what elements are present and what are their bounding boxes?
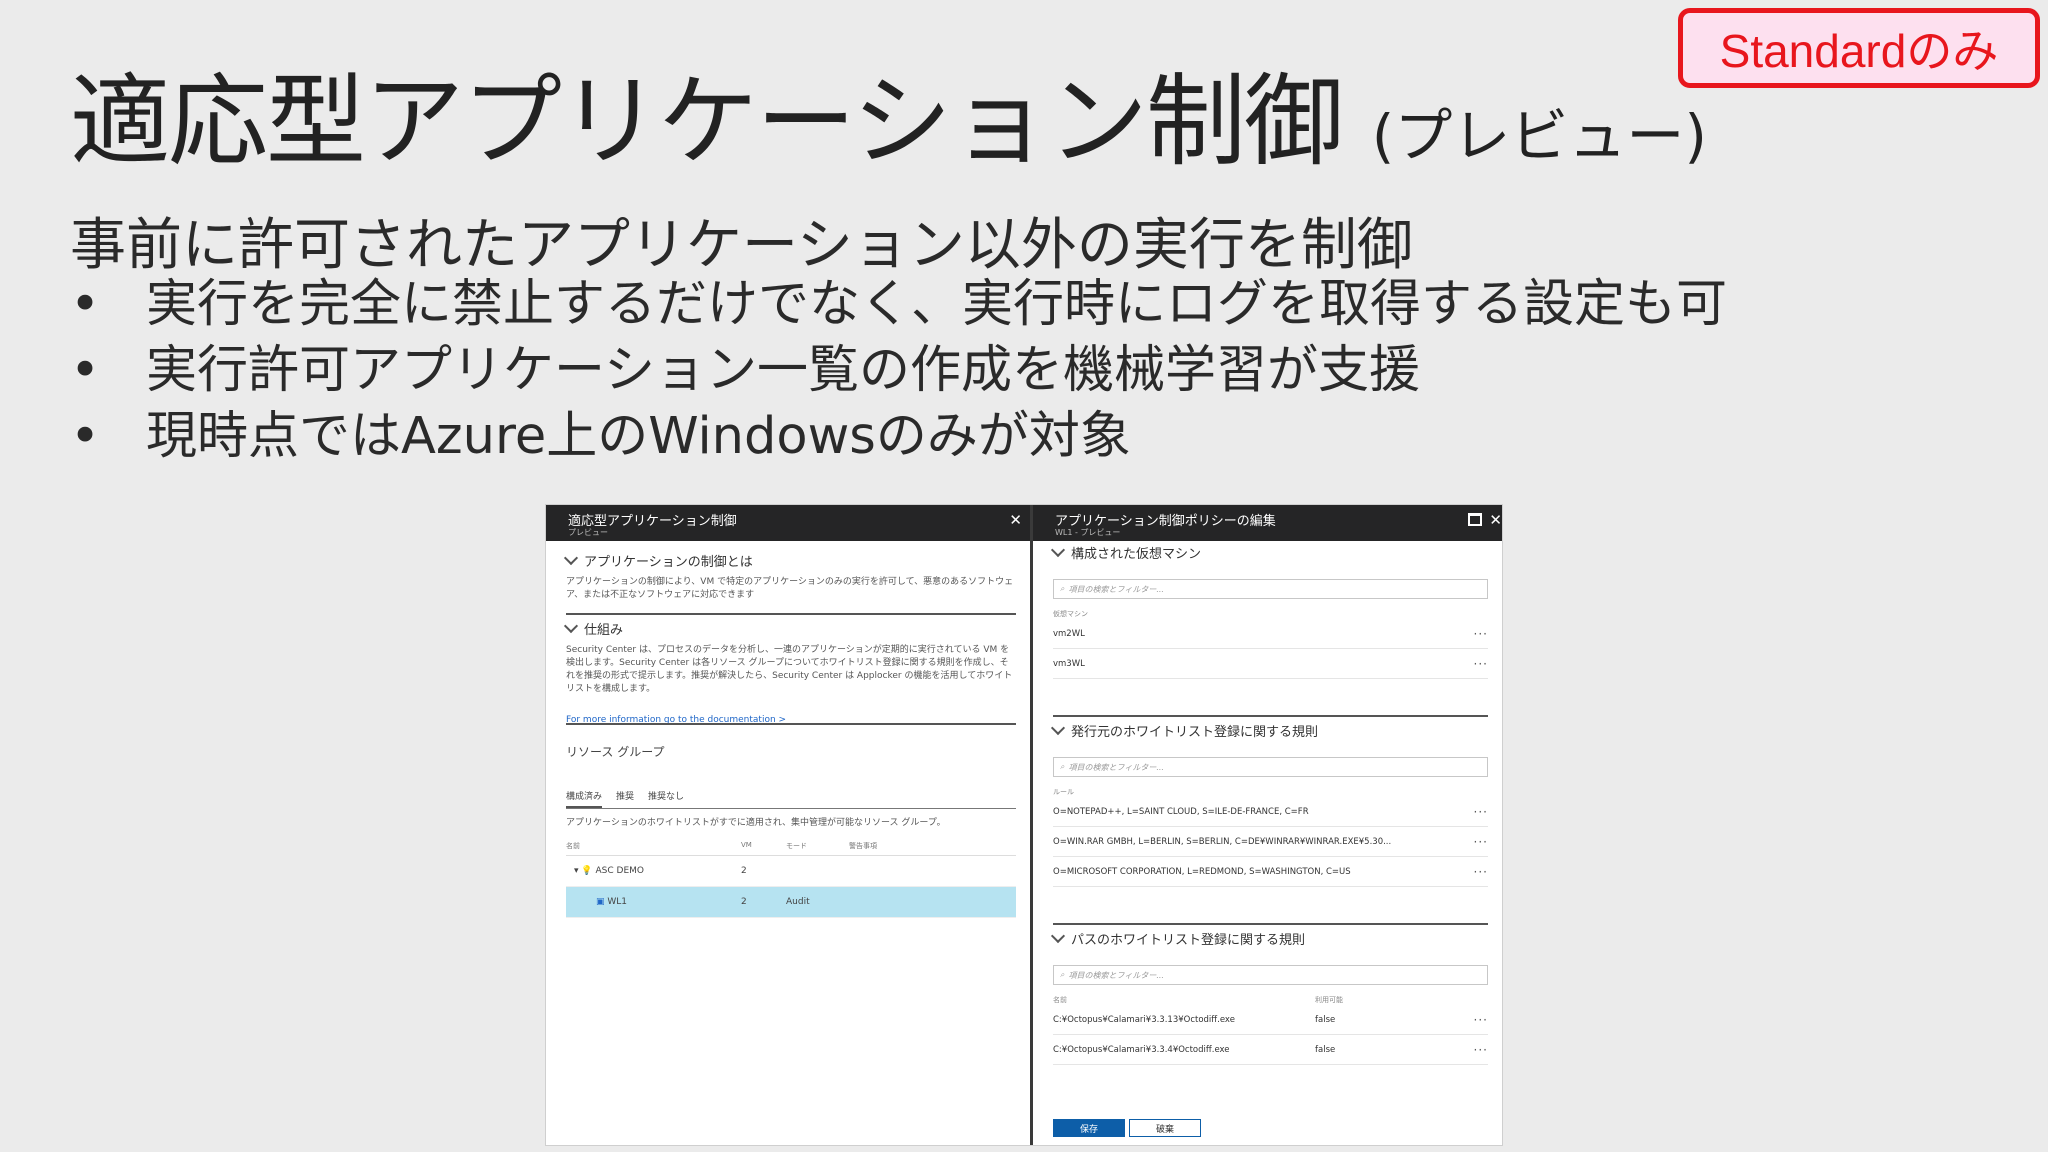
- chevron-down-icon: [563, 550, 579, 566]
- lead-text: 事前に許可されたアプリケーション以外の実行を制御: [70, 213, 1413, 278]
- section-configured-vms[interactable]: 構成された仮想マシン: [1050, 542, 1488, 562]
- list-item[interactable]: C:¥Octopus¥Calamari¥3.3.13¥Octodiff.exe f…: [1053, 1005, 1488, 1035]
- list-item[interactable]: O=MICROSOFT CORPORATION, L=REDMOND, S=WA…: [1053, 857, 1488, 887]
- table-header: 名前 VM モード 警告事項: [566, 837, 1016, 856]
- chevron-down-icon: [1050, 542, 1066, 558]
- publisher-search-input[interactable]: ⌕ 項目の検索とフィルター...: [1053, 757, 1488, 777]
- list-item[interactable]: vm2WL ···: [1053, 619, 1488, 649]
- search-icon: ⌕: [1060, 762, 1065, 771]
- divider: [566, 613, 1016, 615]
- divider: [1053, 923, 1488, 925]
- close-icon[interactable]: ✕: [1489, 511, 1502, 529]
- chevron-down-icon: [1050, 928, 1066, 944]
- policy-edit-blade: アプリケーション制御ポリシーの編集 WL1 - プレビュー ✕ 構成された仮想マ…: [1033, 505, 1502, 1145]
- group-icon: ▣: [596, 897, 605, 907]
- section-how-it-works[interactable]: 仕組み Security Center は、プロセスのデータを分析し、一連のアプ…: [563, 618, 1016, 696]
- save-button[interactable]: 保存: [1053, 1119, 1125, 1137]
- standard-only-badge: Standardのみ: [1678, 8, 2040, 88]
- slide-title-suffix: (プレビュー): [1371, 102, 1708, 170]
- divider: [566, 808, 1016, 809]
- more-icon[interactable]: ···: [1474, 627, 1488, 641]
- blade-subtitle: プレビュー: [568, 528, 608, 537]
- discard-button[interactable]: 破棄: [1129, 1119, 1201, 1137]
- more-icon[interactable]: ···: [1474, 835, 1488, 849]
- expand-arrow-icon[interactable]: ▾: [574, 866, 579, 876]
- bullet-dot: •: [70, 341, 101, 400]
- more-icon[interactable]: ···: [1474, 865, 1488, 879]
- divider: [566, 723, 1016, 725]
- lightbulb-icon: 💡: [581, 866, 593, 876]
- table-row[interactable]: ▾ 💡 ASC DEMO 2: [566, 856, 1016, 887]
- search-icon: ⌕: [1060, 584, 1065, 593]
- chevron-down-icon: [1050, 720, 1066, 736]
- resource-group-heading: リソース グループ: [566, 745, 665, 759]
- bullet-item: • 実行許可アプリケーション一覧の作成を機械学習が支援: [70, 338, 1727, 404]
- adaptive-control-blade: 適応型アプリケーション制御 プレビュー ✕ アプリケーションの制御とは アプリケ…: [546, 505, 1033, 1145]
- section-path-rules[interactable]: パスのホワイトリスト登録に関する規則: [1050, 928, 1488, 948]
- resource-table: 名前 VM モード 警告事項 ▾ 💡 ASC DEMO 2 ▣ WL1 2 Au…: [566, 837, 1016, 918]
- more-icon[interactable]: ···: [1474, 805, 1488, 819]
- more-icon[interactable]: ···: [1474, 1043, 1488, 1057]
- tab-recommended[interactable]: 推奨: [616, 789, 634, 808]
- search-icon: ⌕: [1060, 970, 1065, 979]
- vm-search-input[interactable]: ⌕ 項目の検索とフィルター...: [1053, 579, 1488, 599]
- portal-screenshot: 適応型アプリケーション制御 プレビュー ✕ アプリケーションの制御とは アプリケ…: [546, 505, 1502, 1145]
- table-row-selected[interactable]: ▣ WL1 2 Audit: [566, 887, 1016, 918]
- slide-title-main: 適応型アプリケーション制御: [70, 63, 1344, 180]
- bullet-dot: •: [70, 407, 101, 466]
- blade-subtitle: WL1 - プレビュー: [1055, 528, 1121, 537]
- tab-bar: 構成済み 推奨 推奨なし: [566, 789, 1016, 808]
- more-icon[interactable]: ···: [1474, 657, 1488, 671]
- list-item[interactable]: vm3WL ···: [1053, 649, 1488, 679]
- path-search-input[interactable]: ⌕ 項目の検索とフィルター...: [1053, 965, 1488, 985]
- section-what-is-text: アプリケーションの制御により、VM で特定のアプリケーションのみの実行を許可して…: [566, 577, 1014, 600]
- section-what-is[interactable]: アプリケーションの制御とは アプリケーションの制御により、VM で特定のアプリケ…: [563, 550, 1016, 602]
- close-icon[interactable]: ✕: [1009, 511, 1022, 529]
- section-publisher-rules[interactable]: 発行元のホワイトリスト登録に関する規則: [1050, 720, 1488, 740]
- list-item[interactable]: O=WIN.RAR GMBH, L=BERLIN, S=BERLIN, C=DE…: [1053, 827, 1488, 857]
- list-item[interactable]: O=NOTEPAD++, L=SAINT CLOUD, S=ILE-DE-FRA…: [1053, 797, 1488, 827]
- tab-configured[interactable]: 構成済み: [566, 789, 603, 808]
- section-how-text: Security Center は、プロセスのデータを分析し、一連のアプリケーシ…: [566, 645, 1013, 694]
- divider: [1053, 715, 1488, 717]
- blade-header: 適応型アプリケーション制御 プレビュー ✕: [546, 505, 1030, 541]
- bullet-dot: •: [70, 275, 101, 334]
- list-item[interactable]: C:¥Octopus¥Calamari¥3.3.4¥Octodiff.exe fa…: [1053, 1035, 1488, 1065]
- more-icon[interactable]: ···: [1474, 1013, 1488, 1027]
- slide-title: 適応型アプリケーション制御 (プレビュー): [70, 40, 1707, 185]
- maximize-icon[interactable]: [1468, 513, 1482, 526]
- tab-description: アプリケーションのホワイトリストがすでに適用され、集中管理が可能なリソース グル…: [566, 818, 946, 828]
- blade-header: アプリケーション制御ポリシーの編集 WL1 - プレビュー ✕: [1033, 505, 1502, 541]
- bullet-item: • 現時点ではAzure上のWindowsのみが対象: [70, 404, 1727, 470]
- bullet-item: • 実行を完全に禁止するだけでなく、実行時にログを取得する設定も可: [70, 272, 1727, 338]
- bullet-list: • 実行を完全に禁止するだけでなく、実行時にログを取得する設定も可 • 実行許可アプ…: [70, 272, 1727, 470]
- tab-not-recommended[interactable]: 推奨なし: [648, 789, 684, 808]
- chevron-down-icon: [563, 618, 579, 634]
